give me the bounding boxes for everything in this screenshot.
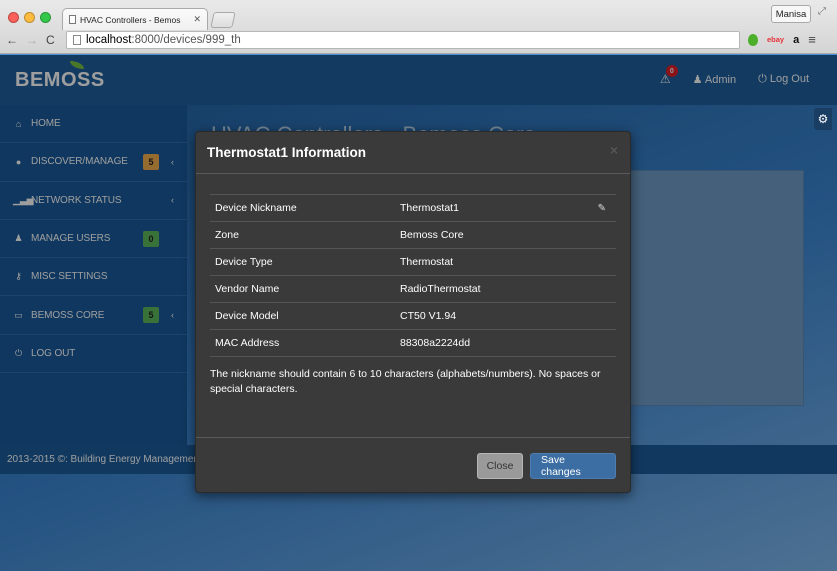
- info-row: Zone Bemoss Core: [210, 221, 616, 249]
- info-key: Device Type: [210, 248, 395, 276]
- info-row: Device Nickname Thermostat1 ✎: [210, 194, 616, 222]
- info-value: RadioThermostat: [395, 275, 586, 303]
- minimize-window-button[interactable]: [24, 12, 35, 23]
- info-spacer: [586, 221, 616, 249]
- amazon-icon[interactable]: a: [793, 34, 799, 46]
- save-changes-button[interactable]: Save changes: [530, 452, 616, 479]
- browser-tab[interactable]: HVAC Controllers - Bemos ✕: [62, 8, 208, 30]
- page-info-icon: [73, 35, 81, 45]
- new-tab-button[interactable]: [210, 12, 236, 28]
- profile-button[interactable]: Manisa: [771, 5, 811, 23]
- info-key: MAC Address: [210, 329, 395, 357]
- modal-footer: Close Save changes: [196, 437, 630, 493]
- info-key: Device Model: [210, 302, 395, 330]
- info-row: Device Model CT50 V1.94: [210, 302, 616, 330]
- forward-icon[interactable]: →: [26, 33, 38, 47]
- info-value: Bemoss Core: [395, 221, 586, 249]
- info-value: CT50 V1.94: [395, 302, 586, 330]
- extension-icons: ebay a ≡: [748, 32, 816, 47]
- close-tab-icon[interactable]: ✕: [193, 14, 201, 25]
- evernote-icon[interactable]: [748, 33, 758, 46]
- zoom-window-button[interactable]: [40, 12, 51, 23]
- settings-gear-icon[interactable]: ⚙: [814, 108, 832, 130]
- info-value: 88308a2224dd: [395, 329, 586, 357]
- info-value[interactable]: Thermostat1: [395, 194, 586, 222]
- info-spacer: [586, 275, 616, 303]
- modal-body: Device Nickname Thermostat1 ✎ Zone Bemoss Co…: [196, 174, 630, 397]
- info-spacer: [586, 248, 616, 276]
- page-icon: [69, 15, 76, 24]
- modal-title: Thermostat1 Information: [207, 145, 367, 160]
- edit-icon[interactable]: ✎: [586, 194, 616, 222]
- url-host: localhost: [86, 34, 132, 46]
- nickname-hint: The nickname should contain 6 to 10 char…: [210, 368, 601, 395]
- tab-title: HVAC Controllers - Bemos: [80, 14, 181, 25]
- url-path: :8000/devices/999_th: [131, 34, 241, 46]
- window-controls: [8, 12, 51, 23]
- app: BEMOSS ⚠ 0 ♟ Admin ⏻ Log Out ⌂ HOME ● DISCOV…: [0, 55, 837, 571]
- back-icon[interactable]: ←: [6, 33, 18, 47]
- info-row: MAC Address 88308a2224dd: [210, 329, 616, 357]
- info-spacer: [586, 302, 616, 330]
- info-row: Vendor Name RadioThermostat: [210, 275, 616, 303]
- info-key: Zone: [210, 221, 395, 249]
- info-row: Device Type Thermostat: [210, 248, 616, 276]
- info-key: Vendor Name: [210, 275, 395, 303]
- modal-close-icon[interactable]: ×: [610, 142, 618, 158]
- menu-icon[interactable]: ≡: [808, 32, 816, 47]
- info-spacer: [586, 329, 616, 357]
- close-window-button[interactable]: [8, 12, 19, 23]
- info-value: Thermostat: [395, 248, 586, 276]
- modal-header: Thermostat1 Information ×: [196, 132, 630, 174]
- browser-chrome: HVAC Controllers - Bemos ✕ Manisa ⤢ ← → …: [0, 0, 837, 54]
- fullscreen-icon[interactable]: ⤢: [818, 6, 826, 17]
- reload-icon[interactable]: C: [46, 33, 55, 47]
- ebay-icon[interactable]: ebay: [767, 35, 784, 44]
- device-info-table: Device Nickname Thermostat1 ✎ Zone Bemoss Co…: [210, 194, 616, 357]
- close-button[interactable]: Close: [477, 452, 523, 479]
- address-bar[interactable]: localhost:8000/devices/999_th: [66, 31, 740, 49]
- nav-buttons: ← → C: [6, 33, 55, 47]
- device-info-modal: Thermostat1 Information × Device Nicknam…: [195, 131, 631, 493]
- info-key: Device Nickname: [210, 194, 395, 222]
